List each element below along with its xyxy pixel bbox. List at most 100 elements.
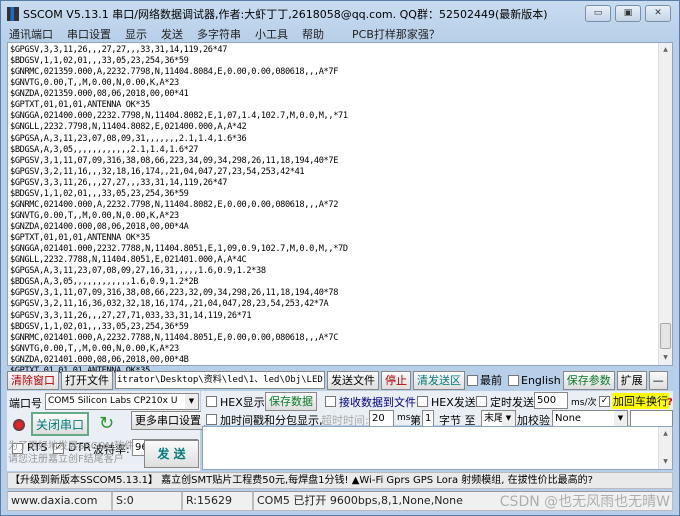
receive-line: $GNRMC,021400.000,A,2232.7798,N,11404.80… <box>10 199 339 210</box>
scroll-thumb[interactable] <box>660 323 671 349</box>
receive-line: $BDGSV,1,1,02,01,,,33,05,23,254,36*59 <box>10 188 189 199</box>
receive-line: $GNGGA,021400.000,2232.7798,N,11404.8082… <box>10 111 348 122</box>
toolbar: 清除窗口 打开文件 itrator\Desktop\资料\led\1、led\O… <box>7 370 673 390</box>
status-sent: S:0 <box>112 491 182 511</box>
recv-to-file-checkbox[interactable] <box>325 396 336 407</box>
menu-multi-string[interactable]: 多字符串 <box>197 26 241 42</box>
hex-display-checkbox[interactable] <box>206 396 217 407</box>
collapse-button[interactable]: — <box>648 370 668 390</box>
receive-line: $GNGLL,2232.7798,N,11404.8082,E,021400.0… <box>10 122 247 133</box>
send-textarea[interactable]: ▲ ▼ <box>202 426 673 470</box>
send-file-button[interactable]: 发送文件 <box>327 370 379 390</box>
scroll-up-icon[interactable]: ▲ <box>659 43 672 57</box>
stop-button[interactable]: 停止 <box>381 370 411 390</box>
receive-line: $GNRMC,021359.000,A,2232.7798,N,11404.80… <box>10 67 339 78</box>
port-select[interactable]: COM5 Silicon Labs CP210x U ▼ <box>45 393 199 410</box>
receive-line: $GNVTG,0.00,T,,M,0.00,N,0.00,K,A*23 <box>10 78 179 89</box>
receive-line: $GPGSV,3,3,11,26,,,27,27,,,33,31,14,119,… <box>10 177 228 188</box>
title-bar: SSCOM V5.13.1 串口/网络数据调试器,作者:大虾丁丁,2618058… <box>7 5 548 23</box>
send-button[interactable]: 发 送 <box>144 440 199 468</box>
menu-bar: 通讯端口 串口设置 显示 发送 多字符串 小工具 帮助 PCB打样那家强？ <box>9 26 440 42</box>
receive-text: $GPGSV,3,3,11,26,,,27,27,,,33,31,14,119,… <box>10 45 348 388</box>
receive-line: $GPGSV,3,3,11,26,,,27,27,71,033,33,31,14… <box>10 310 252 321</box>
byte-to-select[interactable]: 末尾 ▼ <box>481 410 516 427</box>
receive-line: $GNRMC,021401.000,A,2232.7788,N,11404.80… <box>10 332 339 343</box>
timestamp-checkbox[interactable] <box>206 414 217 425</box>
timeout-unit: ms <box>397 413 411 423</box>
clear-send-button[interactable]: 清发送区 <box>413 370 465 390</box>
clear-window-button[interactable]: 清除窗口 <box>7 370 59 390</box>
receive-line: $GPGSV,3,2,11,16,36,032,32,18,16,174,,21… <box>10 299 329 310</box>
byte-to-value: 末尾 <box>484 413 504 424</box>
status-received: R:15629 <box>182 491 253 511</box>
topmost-checkbox[interactable] <box>467 374 478 386</box>
receive-line: $GPGSV,3,1,11,07,09,316,38,08,66,223,34,… <box>10 155 339 166</box>
chevron-down-icon: ▼ <box>185 394 198 409</box>
menu-serial-settings[interactable]: 串口设置 <box>67 26 111 42</box>
options-panel: HEX显示 保存数据 接收数据到文件 HEX发送 定时发送: 500 ms/次 … <box>201 391 673 427</box>
receive-line: $GNZDA,021359.000,08,06,2018,00,00*41 <box>10 89 189 100</box>
app-icon <box>7 7 19 21</box>
scroll-down-icon[interactable]: ▼ <box>659 455 672 469</box>
receive-line: $GNVTG,0.00,T,,M,0.00,N,0.00,K,A*23 <box>10 210 179 221</box>
checksum-extra-input[interactable] <box>630 410 673 427</box>
receive-line: $GPGSV,3,3,11,26,,,27,27,,,33,31,14,119,… <box>10 45 228 55</box>
menu-port[interactable]: 通讯端口 <box>9 26 53 42</box>
receive-line: $GNVTG,0.00,T,,M,0.00,N,0.00,K,A*23 <box>10 343 179 354</box>
save-params-button[interactable]: 保存参数 <box>562 370 615 390</box>
refresh-icon[interactable]: ↻ <box>99 413 114 434</box>
expand-button[interactable]: 扩展 <box>616 370 647 390</box>
receive-area[interactable]: $GPGSV,3,3,11,26,,,27,27,,,33,31,14,119,… <box>7 42 673 387</box>
port-label: 端口号 <box>9 397 42 410</box>
receive-line: $GPTXT,01,01,01,ANTENNA OK*35 <box>10 233 150 244</box>
promo-line-1: 为了更好地发展SSCOM软件 <box>8 441 135 452</box>
receive-scrollbar[interactable]: ▲ ▼ <box>658 43 672 365</box>
menu-display[interactable]: 显示 <box>125 26 147 42</box>
chevron-down-icon: ▼ <box>614 411 627 426</box>
interval-input[interactable]: 500 <box>534 392 568 409</box>
help-icon[interactable]: ? <box>667 397 673 408</box>
byte-from-input[interactable]: 1 <box>422 410 434 427</box>
receive-line: $GPGSA,A,3,11,23,07,08,09,31,,,,,,,2.1,1… <box>10 133 247 144</box>
recv-to-file-label: 接收数据到文件 <box>339 396 416 409</box>
hex-display-label: HEX显示 <box>220 396 265 409</box>
close-port-button[interactable]: 关闭串口 <box>31 412 90 436</box>
more-settings-button[interactable]: 更多串口设置 <box>131 411 205 430</box>
scroll-down-icon[interactable]: ▼ <box>659 351 672 365</box>
chevron-down-icon: ▼ <box>502 411 515 426</box>
maximize-button[interactable]: ▣ <box>615 5 641 22</box>
menu-pcb[interactable]: PCB打样那家强？ <box>352 26 440 42</box>
timeout-input[interactable]: 20 <box>369 410 394 427</box>
scroll-up-icon[interactable]: ▲ <box>659 427 672 441</box>
interval-unit: ms/次 <box>571 398 597 408</box>
promo-line-2: 请您注册嘉立创F结尾客户 <box>8 454 124 465</box>
english-label: English <box>521 373 561 387</box>
close-button[interactable]: ✕ <box>645 5 671 22</box>
receive-line: $GNGGA,021401.000,2232.7788,N,11404.8051… <box>10 244 348 255</box>
promo-bar[interactable]: 【升级到新版本SSCOM5.13.1】 嘉立创SMT贴片工程费50元,每焊盘1分… <box>7 472 673 489</box>
port-value: COM5 Silicon Labs CP210x U <box>48 396 178 406</box>
save-data-button[interactable]: 保存数据 <box>265 392 317 411</box>
open-file-button[interactable]: 打开文件 <box>61 370 113 390</box>
receive-line: $GNZDA,021401.000,08,06,2018,00,00*4B <box>10 354 189 365</box>
hex-send-checkbox[interactable] <box>417 396 428 407</box>
english-checkbox[interactable] <box>508 374 519 386</box>
promo-text: 为了更好地发展SSCOM软件 请您注册嘉立创F结尾客户 <box>8 440 134 466</box>
checksum-select[interactable]: None ▼ <box>552 410 628 427</box>
add-crlf-checkbox[interactable]: ✓ <box>599 396 610 407</box>
receive-line: $BDGSA,A,3,05,,,,,,,,,,,,1.6,0.9,1.2*2B <box>10 277 199 288</box>
send-scrollbar[interactable]: ▲ ▼ <box>658 427 672 469</box>
status-website[interactable]: www.daxia.com <box>7 491 112 511</box>
window-title: SSCOM V5.13.1 串口/网络数据调试器,作者:大虾丁丁,2618058… <box>23 8 548 21</box>
receive-line: $BDGSV,1,1,02,01,,,33,05,23,254,36*59 <box>10 321 189 332</box>
menu-send[interactable]: 发送 <box>161 26 183 42</box>
menu-tools[interactable]: 小工具 <box>255 26 288 42</box>
receive-line: $GPGSV,3,2,11,16,,,32,18,16,174,,21,04,0… <box>10 166 305 177</box>
timed-send-checkbox[interactable] <box>476 396 487 407</box>
minimize-button[interactable]: ▭ <box>585 5 611 22</box>
menu-help[interactable]: 帮助 <box>302 26 324 42</box>
receive-line: $BDGSV,1,1,02,01,,,33,05,23,254,36*59 <box>10 56 189 67</box>
file-path-input[interactable]: itrator\Desktop\资料\led\1、led\Obj\LED.hex <box>115 371 325 389</box>
receive-line: $GPTXT,01,01,01,ANTENNA OK*35 <box>10 100 150 111</box>
receive-line: $GPGSA,A,3,11,23,07,08,09,27,16,31,,,,,1… <box>10 266 266 277</box>
